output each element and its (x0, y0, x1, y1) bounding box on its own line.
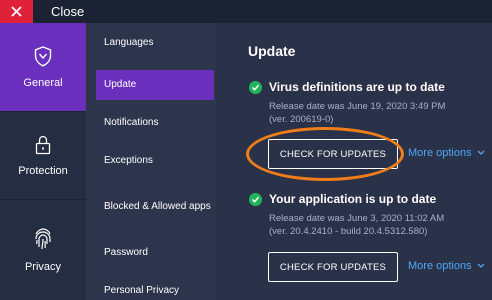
nav-item-general[interactable]: General (0, 23, 86, 111)
title-bar: Close (0, 0, 492, 23)
fingerprint-icon (35, 228, 51, 250)
nav-label-protection: Protection (18, 164, 68, 177)
close-label[interactable]: Close (51, 0, 84, 23)
subnav-item-notifications[interactable]: Notifications (96, 114, 214, 132)
virus-definitions-version: (ver. 200619-0) (269, 114, 334, 125)
chevron-down-icon (477, 150, 485, 155)
more-options-link[interactable]: More options (408, 260, 485, 272)
checkmark-icon (249, 81, 262, 94)
subnav-item-blocked-allowed-apps[interactable]: Blocked & Allowed apps (96, 192, 214, 222)
shield-icon (34, 45, 52, 67)
nav-label-general: General (23, 76, 63, 89)
subnav-item-languages[interactable]: Languages (96, 36, 214, 50)
subnav-item-exceptions[interactable]: Exceptions (96, 152, 214, 170)
more-options-label: More options (408, 147, 472, 159)
more-options-link[interactable]: More options (408, 147, 485, 159)
page-title: Update (248, 43, 296, 59)
main-nav: General Protection Privacy (0, 23, 86, 300)
close-icon (11, 6, 22, 17)
virus-definitions-status: Virus definitions are up to date (269, 80, 445, 94)
update-panel: Update Virus definitions are up to date … (216, 23, 492, 300)
application-version: (ver. 20.4.2410 - build 20.4.5312.580) (269, 226, 428, 237)
subnav-item-password[interactable]: Password (96, 244, 214, 262)
application-release-date: Release date was June 3, 2020 11:02 AM (269, 213, 445, 224)
nav-item-privacy[interactable]: Privacy (0, 200, 86, 300)
check-for-updates-button[interactable]: CHECK FOR UPDATES (268, 139, 398, 169)
checkmark-icon (249, 193, 262, 206)
close-button[interactable] (0, 0, 33, 23)
settings-subnav: Languages Update Notifications Exception… (86, 23, 216, 300)
check-for-updates-button[interactable]: CHECK FOR UPDATES (268, 252, 398, 282)
application-status: Your application is up to date (269, 192, 437, 206)
nav-label-privacy: Privacy (24, 261, 62, 273)
lock-icon (35, 135, 51, 154)
virus-definitions-release-date: Release date was June 19, 2020 3:49 PM (269, 101, 446, 112)
chevron-down-icon (477, 263, 485, 268)
subnav-item-update[interactable]: Update (96, 70, 214, 100)
subnav-item-personal-privacy[interactable]: Personal Privacy (96, 282, 214, 300)
nav-item-protection[interactable]: Protection (0, 112, 86, 199)
more-options-label: More options (408, 260, 472, 272)
